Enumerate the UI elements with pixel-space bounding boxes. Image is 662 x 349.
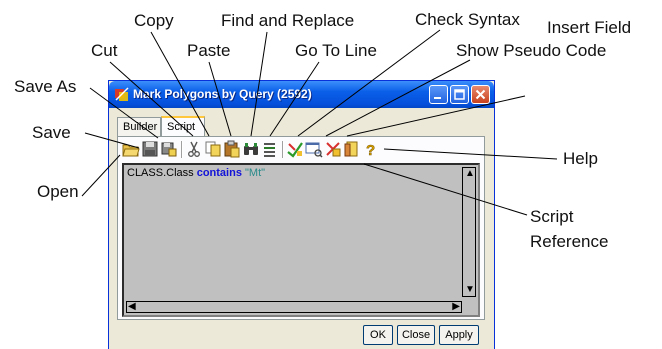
scroll-up-arrow-icon[interactable]: ▲: [465, 169, 475, 179]
pseudo-code-icon: [305, 142, 323, 158]
dialog-window: Mark Polygons by Query (2592) Builder Sc…: [108, 80, 495, 349]
callout-insert-field: Insert Field: [547, 18, 632, 37]
close-button[interactable]: Close: [397, 325, 435, 345]
close-icon: [475, 89, 486, 100]
scroll-left-arrow-icon[interactable]: ◀: [128, 302, 136, 312]
help-icon: ?: [366, 142, 376, 158]
code-keyword: contains: [196, 167, 242, 179]
tab-script[interactable]: Script: [161, 116, 205, 138]
cut-button[interactable]: [185, 140, 203, 158]
horizontal-scrollbar[interactable]: ◀ ▶: [126, 301, 462, 313]
check-syntax-button[interactable]: [286, 140, 304, 158]
script-code-line: CLASS.Class contains "Mt": [127, 167, 265, 179]
apply-button[interactable]: Apply: [439, 325, 479, 345]
tab-builder[interactable]: Builder: [117, 117, 161, 137]
callout-copy: Copy: [134, 11, 174, 30]
callout-reference: Reference: [530, 232, 609, 251]
app-icon: [115, 87, 129, 101]
floppy-disk-icon: [142, 141, 158, 157]
script-editor[interactable]: CLASS.Class contains "Mt" ▲ ▼ ◀ ▶: [122, 163, 480, 317]
callout-script: Script: [530, 207, 574, 226]
callout-go-to-line: Go To Line: [295, 41, 377, 60]
binoculars-icon: [244, 143, 258, 155]
clipboard-icon: [224, 140, 240, 158]
minimize-button[interactable]: [429, 85, 448, 104]
toolbar-separator: [181, 141, 183, 158]
save-button[interactable]: [141, 140, 159, 158]
title-bar[interactable]: Mark Polygons by Query (2592): [109, 81, 494, 108]
vertical-scrollbar[interactable]: ▲ ▼: [462, 167, 476, 297]
maximize-button[interactable]: [450, 85, 469, 104]
copy-button[interactable]: [204, 140, 222, 158]
show-pseudo-code-button[interactable]: [305, 140, 323, 158]
paste-button[interactable]: [223, 140, 241, 158]
callout-paste: Paste: [187, 41, 231, 60]
callout-cut: Cut: [91, 41, 118, 60]
go-to-line-button[interactable]: [261, 140, 279, 158]
callout-save: Save: [32, 123, 71, 142]
callout-find-and-replace: Find and Replace: [221, 11, 355, 30]
save-as-icon: [161, 142, 177, 157]
script-reference-icon: [344, 141, 358, 157]
insert-field-icon: [326, 142, 341, 157]
scissors-icon: [188, 141, 200, 157]
help-button[interactable]: ?: [362, 140, 380, 158]
find-and-replace-button[interactable]: [242, 140, 260, 158]
callout-help: Help: [563, 149, 598, 168]
code-string: "Mt": [245, 167, 266, 179]
insert-field-button[interactable]: [324, 140, 342, 158]
scroll-right-arrow-icon[interactable]: ▶: [452, 302, 460, 312]
svg-text:?: ?: [366, 142, 375, 158]
toolbar-separator: [282, 141, 284, 158]
ok-button[interactable]: OK: [363, 325, 393, 345]
copy-icon: [205, 141, 221, 157]
maximize-icon: [454, 89, 465, 100]
save-as-button[interactable]: [160, 140, 178, 158]
check-syntax-icon: [287, 142, 303, 158]
callout-show-pseudo-code: Show Pseudo Code: [456, 41, 607, 60]
code-object: CLASS.Class: [127, 167, 194, 179]
minimize-icon: [434, 97, 441, 99]
callout-save-as: Save As: [14, 77, 77, 96]
script-panel: ? CLASS.Class contains "Mt" ▲ ▼ ◀ ▶: [117, 136, 485, 320]
go-to-line-icon: [264, 143, 275, 157]
script-reference-button[interactable]: [343, 140, 361, 158]
callout-open: Open: [37, 182, 79, 201]
open-button[interactable]: [122, 140, 140, 158]
callout-check-syntax: Check Syntax: [415, 10, 520, 29]
scroll-down-arrow-icon[interactable]: ▼: [465, 285, 475, 295]
folder-open-icon: [122, 144, 140, 157]
window-title: Mark Polygons by Query (2592): [133, 87, 312, 101]
close-window-button[interactable]: [471, 85, 490, 104]
